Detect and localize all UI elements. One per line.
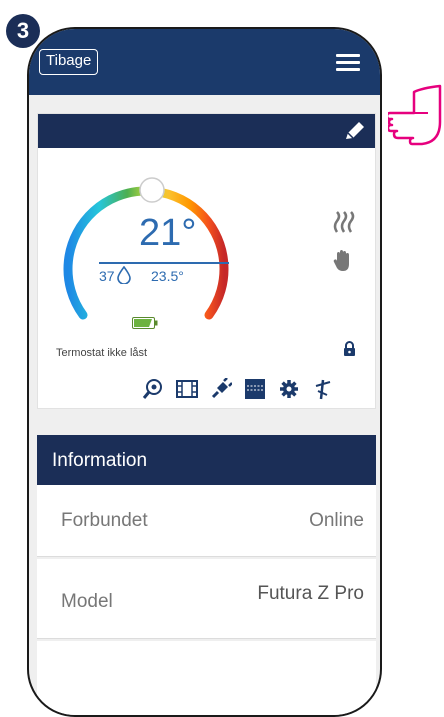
- dial-knob: [139, 177, 165, 203]
- lock-status-text: Termostat ikke låst: [56, 347, 148, 359]
- gear-icon[interactable]: [272, 376, 306, 402]
- menu-icon[interactable]: [336, 54, 360, 75]
- information-header: Information: [37, 435, 376, 485]
- info-row-label: Forbundet: [61, 510, 148, 531]
- current-temperature: 21°: [139, 212, 197, 254]
- thermostat-actions: [136, 376, 340, 402]
- battery-icon: [132, 317, 158, 329]
- antenna-icon[interactable]: [306, 376, 340, 402]
- schedule-icon[interactable]: [238, 376, 272, 402]
- info-row-label: Model: [61, 591, 113, 612]
- info-row-connected: Forbundet Online: [37, 485, 376, 557]
- manual-mode-icon: [333, 250, 349, 271]
- heating-icon: [333, 211, 355, 233]
- pointing-hand-icon: [388, 84, 442, 146]
- zoom-icon[interactable]: [136, 376, 170, 402]
- film-icon[interactable]: [170, 376, 204, 402]
- humidity-value: 37: [99, 268, 115, 284]
- temperature-divider: [99, 262, 229, 264]
- plug-icon[interactable]: [204, 376, 238, 402]
- info-row-value: Online: [309, 510, 364, 531]
- setpoint-temperature: 23.5°: [151, 268, 184, 284]
- info-row-model: Model Futura Z Pro: [37, 559, 376, 639]
- thermostat-card: 21° 37 23.5° Termostat ikke låst: [37, 113, 376, 409]
- info-row-value: Futura Z Pro: [257, 583, 364, 604]
- card-header: [38, 114, 375, 148]
- humidity-drop-icon: [117, 266, 131, 284]
- lock-icon[interactable]: [343, 341, 356, 356]
- app-header: Tibage: [29, 29, 380, 95]
- info-row-empty: [37, 641, 376, 715]
- step-badge: 3: [6, 14, 40, 48]
- back-button[interactable]: Tibage: [39, 49, 99, 75]
- edit-icon[interactable]: [343, 119, 367, 143]
- phone-frame: Tibage 21° 37 23.5° Termostat ikke låst …: [27, 27, 382, 717]
